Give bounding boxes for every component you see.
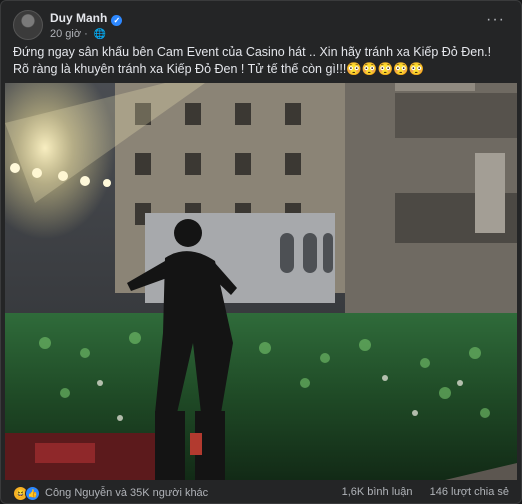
reaction-summary[interactable]: 😆 👍 Công Nguyễn và 35K người khác [13, 486, 208, 501]
post-header: Duy Manh ✓ 20 giờ · 🌐 ··· [13, 9, 509, 41]
post-text: Đứng ngay sân khấu bên Cam Event của Cas… [13, 45, 492, 76]
shares-count[interactable]: 146 lượt chia sẻ [430, 486, 509, 498]
reactions-text: Công Nguyễn và 35K người khác [45, 487, 209, 499]
post-time[interactable]: 20 giờ [50, 28, 81, 40]
author-name-row: Duy Manh ✓ [50, 11, 123, 26]
post-video[interactable] [5, 83, 517, 480]
post-footer: 😆 👍 Công Nguyễn và 35K người khác 1,6K bìn… [1, 482, 521, 503]
like-icon: 👍 [25, 486, 40, 501]
verified-badge-icon: ✓ [111, 15, 123, 26]
engagement-counts: 1,6K bình luận 146 lượt chia sẻ [328, 486, 509, 498]
more-options-icon[interactable]: ··· [486, 11, 505, 29]
post-meta: 20 giờ · 🌐 [50, 28, 107, 40]
video-frame [5, 83, 517, 480]
globe-icon[interactable]: 🌐 [94, 29, 106, 40]
author-name[interactable]: Duy Manh [50, 11, 107, 25]
comments-count[interactable]: 1,6K bình luận [342, 486, 413, 498]
post-card: Duy Manh ✓ 20 giờ · 🌐 ··· Đứng ngay sân k… [0, 0, 522, 504]
author-avatar[interactable] [13, 10, 43, 40]
